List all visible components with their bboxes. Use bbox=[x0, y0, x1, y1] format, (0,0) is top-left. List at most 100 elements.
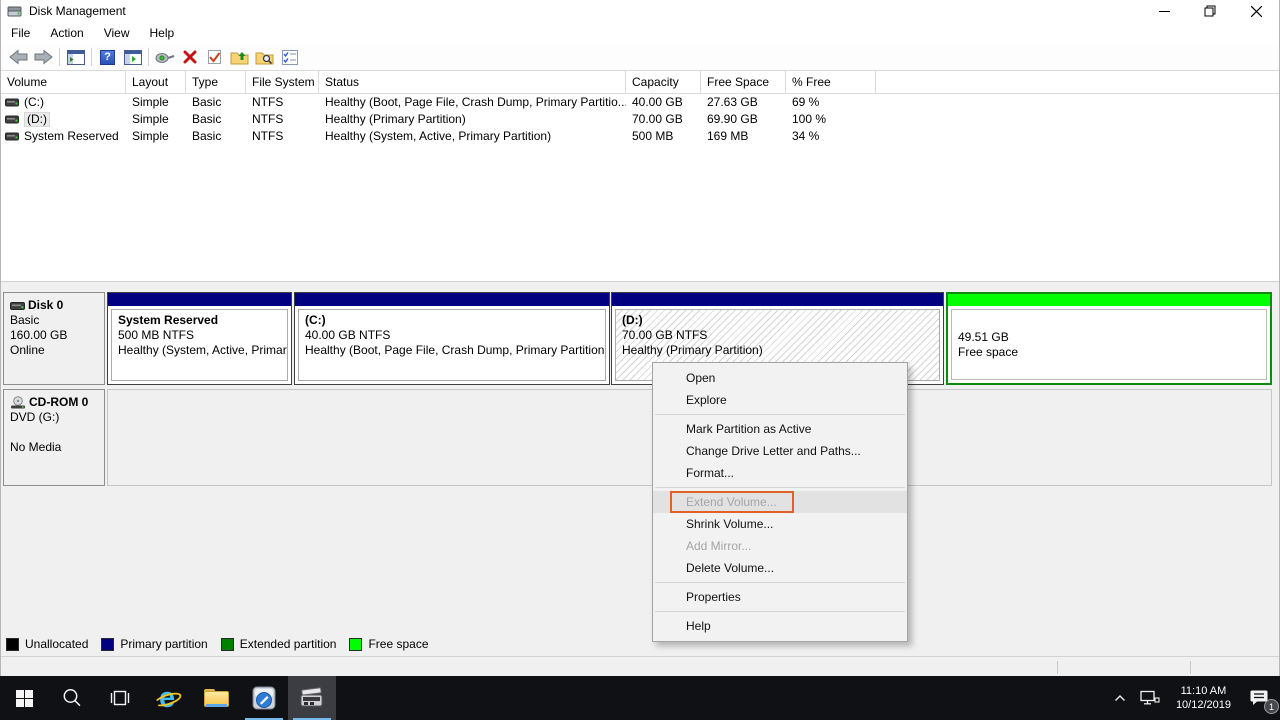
restore-button[interactable] bbox=[1187, 0, 1233, 22]
volume-icon bbox=[5, 132, 19, 141]
col-status[interactable]: Status bbox=[319, 71, 626, 94]
disk0-size: 160.00 GB bbox=[10, 328, 104, 343]
check-document-icon bbox=[207, 49, 222, 65]
list-options-button[interactable] bbox=[277, 46, 302, 69]
volume-status: Healthy (Primary Partition) bbox=[319, 111, 626, 128]
col-layout[interactable]: Layout bbox=[126, 71, 186, 94]
check-disk-button[interactable] bbox=[202, 46, 227, 69]
minimize-button[interactable] bbox=[1141, 0, 1187, 22]
col-file-system[interactable]: File System bbox=[246, 71, 319, 94]
show-console-button[interactable] bbox=[120, 46, 145, 69]
close-icon bbox=[1251, 6, 1262, 17]
disk-management-window: Disk Management bbox=[0, 0, 1280, 676]
free-space-label: Free space bbox=[958, 345, 1260, 360]
network-status-button[interactable] bbox=[1133, 676, 1167, 720]
action-center-button[interactable]: 1 bbox=[1240, 676, 1280, 720]
legend-label: Unallocated bbox=[25, 637, 88, 651]
context-menu: Open Explore Mark Partition as Active Ch… bbox=[652, 362, 908, 642]
menu-item-change-drive-letter[interactable]: Change Drive Letter and Paths... bbox=[653, 440, 907, 462]
volume-status: Healthy (System, Active, Primary Partiti… bbox=[319, 128, 626, 145]
delete-button[interactable] bbox=[177, 46, 202, 69]
partition-tool-button[interactable] bbox=[240, 676, 288, 720]
col-capacity[interactable]: Capacity bbox=[626, 71, 701, 94]
task-view-button[interactable] bbox=[96, 676, 144, 720]
help-icon: ? bbox=[100, 50, 115, 65]
partition-system-reserved[interactable]: System Reserved 500 MB NTFS Healthy (Sys… bbox=[107, 292, 292, 385]
menu-separator bbox=[655, 611, 905, 612]
task-view-icon bbox=[108, 689, 132, 707]
internet-explorer-button[interactable]: e bbox=[144, 676, 192, 720]
menu-item-explore[interactable]: Explore bbox=[653, 389, 907, 411]
menu-item-format[interactable]: Format... bbox=[653, 462, 907, 484]
refresh-disk-button[interactable] bbox=[152, 46, 177, 69]
tray-chevron-button[interactable] bbox=[1107, 676, 1133, 720]
menu-item-shrink-volume[interactable]: Shrink Volume... bbox=[653, 513, 907, 535]
partition-c[interactable]: (C:) 40.00 GB NTFS Healthy (Boot, Page F… bbox=[294, 292, 610, 385]
volume-list-pane: Volume Layout Type File System Status Ca… bbox=[1, 71, 1279, 281]
menu-view[interactable]: View bbox=[94, 23, 140, 43]
taskbar-search-button[interactable] bbox=[48, 676, 96, 720]
disk-graphical-pane: Disk 0 Basic 160.00 GB Online System Res… bbox=[1, 281, 1279, 656]
legend-free-space: Free space bbox=[349, 637, 428, 651]
back-arrow-icon bbox=[9, 49, 28, 65]
disk0-panel[interactable]: Disk 0 Basic 160.00 GB Online bbox=[3, 292, 105, 385]
toolbar-separator bbox=[148, 48, 149, 66]
volume-type: Basic bbox=[186, 111, 246, 128]
col-pct-free[interactable]: % Free bbox=[786, 71, 876, 94]
taskbar-clock[interactable]: 11:10 AM 10/12/2019 bbox=[1167, 684, 1240, 712]
cdrom-name: CD-ROM 0 bbox=[29, 395, 88, 410]
disk-management-taskbar-button[interactable] bbox=[288, 676, 336, 720]
col-empty bbox=[876, 71, 1279, 94]
menu-file[interactable]: File bbox=[1, 23, 40, 43]
partition-size: 70.00 GB NTFS bbox=[622, 328, 933, 343]
col-volume[interactable]: Volume bbox=[1, 71, 126, 94]
volume-pct-free: 34 % bbox=[786, 128, 876, 145]
legend-primary-partition: Primary partition bbox=[101, 637, 207, 651]
menu-action[interactable]: Action bbox=[40, 23, 93, 43]
partition-free-space[interactable]: 49.51 GB Free space bbox=[946, 292, 1272, 385]
clock-time: 11:10 AM bbox=[1176, 684, 1231, 698]
volume-capacity: 500 MB bbox=[626, 128, 701, 145]
col-free-space[interactable]: Free Space bbox=[701, 71, 786, 94]
status-separator bbox=[1057, 661, 1058, 674]
console-tree-button[interactable] bbox=[63, 46, 88, 69]
volume-row-c[interactable]: (C:) Simple Basic NTFS Healthy (Boot, Pa… bbox=[1, 94, 1279, 111]
menu-item-open[interactable]: Open bbox=[653, 367, 907, 389]
forward-button[interactable] bbox=[31, 46, 56, 69]
primary-partition-bar bbox=[612, 293, 943, 306]
help-button[interactable]: ? bbox=[95, 46, 120, 69]
windows-logo-icon bbox=[16, 690, 33, 707]
volume-capacity: 40.00 GB bbox=[626, 94, 701, 111]
folder-up-button[interactable] bbox=[227, 46, 252, 69]
menu-item-properties[interactable]: Properties bbox=[653, 586, 907, 608]
volume-row-system-reserved[interactable]: System Reserved Simple Basic NTFS Health… bbox=[1, 128, 1279, 145]
chevron-up-icon bbox=[1114, 694, 1126, 702]
cdrom-panel[interactable]: CD-ROM 0 DVD (G:) No Media bbox=[3, 389, 105, 486]
menu-item-mark-partition-active[interactable]: Mark Partition as Active bbox=[653, 418, 907, 440]
partition-status: Healthy (System, Active, Primary Partiti… bbox=[118, 343, 281, 358]
file-explorer-button[interactable] bbox=[192, 676, 240, 720]
menu-item-delete-volume[interactable]: Delete Volume... bbox=[653, 557, 907, 579]
disk0-name: Disk 0 bbox=[28, 298, 63, 313]
start-button[interactable] bbox=[0, 676, 48, 720]
annotation-highlight-box bbox=[670, 491, 794, 513]
col-type[interactable]: Type bbox=[186, 71, 246, 94]
back-button[interactable] bbox=[6, 46, 31, 69]
volume-row-d[interactable]: (D:) Simple Basic NTFS Healthy (Primary … bbox=[1, 111, 1279, 128]
volume-status: Healthy (Boot, Page File, Crash Dump, Pr… bbox=[319, 94, 626, 111]
taskbar: e bbox=[0, 676, 1280, 720]
titlebar: Disk Management bbox=[1, 0, 1279, 22]
menu-help[interactable]: Help bbox=[140, 23, 185, 43]
toolbar-separator bbox=[59, 48, 60, 66]
volume-layout: Simple bbox=[126, 128, 186, 145]
volume-capacity: 70.00 GB bbox=[626, 111, 701, 128]
close-button[interactable] bbox=[1233, 0, 1279, 22]
primary-partition-swatch bbox=[101, 638, 114, 651]
network-icon bbox=[1140, 690, 1160, 706]
internet-explorer-icon: e bbox=[153, 683, 183, 713]
folder-search-button[interactable] bbox=[252, 46, 277, 69]
toolbar-separator bbox=[91, 48, 92, 66]
menu-item-help[interactable]: Help bbox=[653, 615, 907, 637]
disk0-type: Basic bbox=[10, 313, 104, 328]
file-explorer-icon bbox=[204, 689, 229, 707]
